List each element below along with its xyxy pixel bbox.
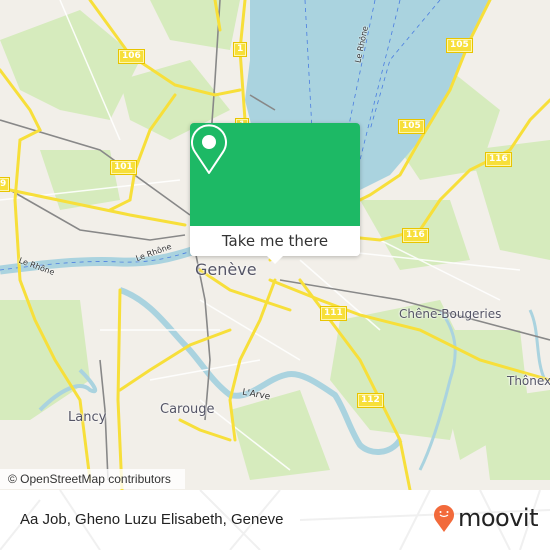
map-attribution[interactable]: © OpenStreetMap contributors bbox=[0, 469, 185, 489]
moovit-wordmark: moovit bbox=[457, 504, 539, 532]
popup-pointer bbox=[267, 256, 283, 264]
place-label-carouge: Carouge bbox=[160, 402, 215, 417]
take-me-there-button[interactable]: Take me there bbox=[190, 226, 360, 256]
route-shield-101: 101 bbox=[110, 160, 137, 175]
moovit-logo[interactable]: moovit bbox=[433, 503, 539, 533]
moovit-pin-icon bbox=[433, 505, 454, 532]
place-name: Aa Job, Gheno Luzu Elisabeth, Geneve bbox=[20, 511, 284, 528]
route-shield-116a: 116 bbox=[485, 152, 512, 167]
popup-header bbox=[190, 123, 360, 226]
map-pin-icon bbox=[191, 124, 227, 174]
route-shield-116b: 116 bbox=[402, 228, 429, 243]
route-shield-106: 106 bbox=[118, 49, 145, 64]
route-shield-9: 9 bbox=[0, 177, 11, 192]
location-popup: Take me there bbox=[190, 123, 360, 264]
route-shield-1: 1 bbox=[233, 42, 248, 57]
route-shield-112: 112 bbox=[357, 393, 384, 408]
route-shield-111: 111 bbox=[320, 306, 347, 321]
map[interactable]: 106 1 1 101 9 105 105 116 116 111 112 Ge… bbox=[0, 0, 550, 490]
footer: Aa Job, Gheno Luzu Elisabeth, Geneve moo… bbox=[0, 490, 550, 550]
place-label-geneve: Genève bbox=[195, 260, 257, 279]
place-label-chene-bougeries: Chêne-Bougeries bbox=[399, 307, 502, 321]
route-shield-105a: 105 bbox=[446, 38, 473, 53]
route-shield-105b: 105 bbox=[398, 119, 425, 134]
place-label-thonex: Thônex bbox=[507, 374, 550, 388]
place-label-lancy: Lancy bbox=[68, 410, 107, 425]
